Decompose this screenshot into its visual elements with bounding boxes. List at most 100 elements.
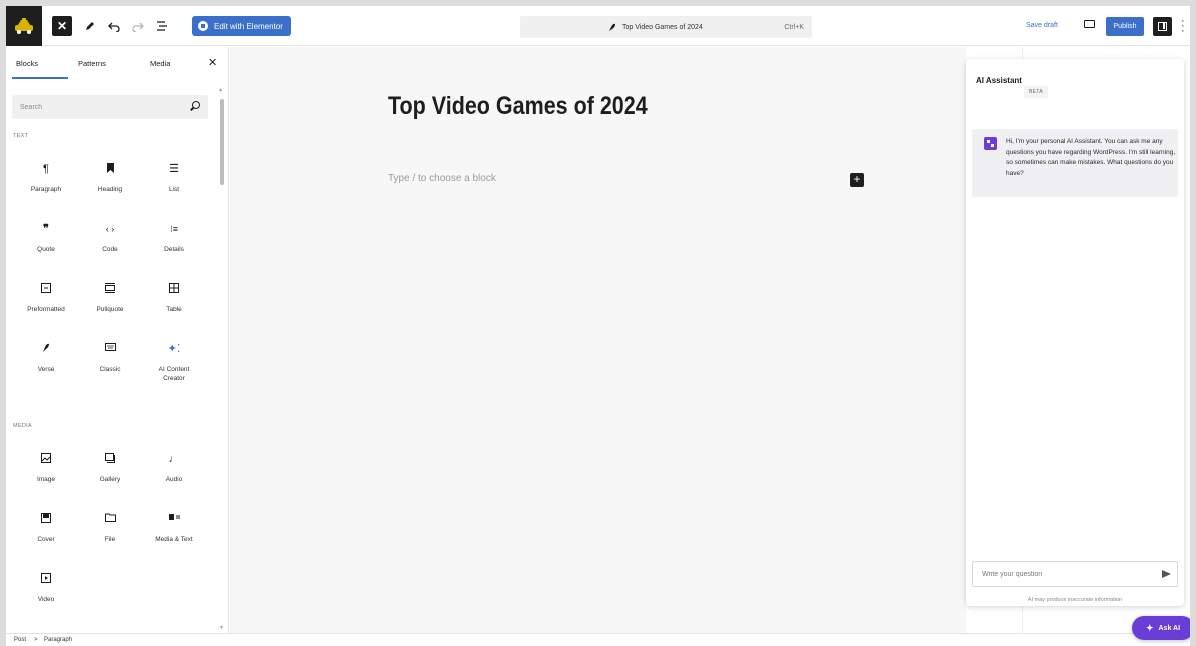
gallery-icon (78, 453, 142, 465)
ai-welcome-message: Hi, I'm your personal AI Assistant. You … (972, 129, 1178, 197)
breadcrumb: Post > Paragraph (6, 633, 1190, 646)
add-block-plus-icon[interactable]: + (850, 173, 864, 187)
block-verse[interactable]: Verse (14, 343, 78, 374)
site-logo[interactable] (6, 6, 42, 46)
ask-ai-label: Ask AI (1158, 624, 1181, 632)
command-palette-bar[interactable]: Top Video Games of 2024 Ctrl+K (520, 16, 812, 38)
block-search-input[interactable] (12, 95, 208, 119)
top-toolbar: ✕ Edit with Elementor Top Video Games of… (6, 6, 1190, 46)
block-media-text[interactable]: Media & Text (142, 513, 206, 544)
tab-blocks[interactable]: Blocks (16, 59, 38, 68)
block-label: Media & Text (155, 536, 193, 543)
inserter-tabs: Blocks Patterns Media ✕ (6, 47, 228, 79)
beta-badge: BETA (1024, 86, 1048, 98)
block-heading[interactable]: Heading (78, 163, 142, 194)
question-input[interactable] (972, 561, 1178, 587)
ai-disclaimer: AI may produce inaccurate information (1027, 597, 1123, 603)
preformatted-icon (14, 283, 78, 295)
active-tab-indicator (12, 77, 68, 79)
scrollbar-thumb[interactable] (220, 99, 224, 185)
paragraph-icon: ¶ (43, 163, 49, 175)
breadcrumb-post[interactable]: Post (14, 637, 26, 643)
close-icon[interactable]: ✕ (208, 56, 217, 69)
cover-icon (14, 513, 78, 525)
block-ai-content-creator[interactable]: ✦⁚ AI Content Creator (142, 343, 206, 383)
settings-sidebar-button[interactable] (1153, 17, 1172, 36)
save-draft-button[interactable]: Save draft (1026, 22, 1058, 29)
car-logo-icon (15, 18, 33, 34)
block-placeholder[interactable]: Type / to choose a block (388, 173, 496, 184)
block-image[interactable]: Image (14, 453, 78, 484)
breadcrumb-separator: > (34, 637, 38, 643)
block-quote[interactable]: ❞ Quote (14, 223, 78, 254)
close-icon: ✕ (56, 19, 68, 33)
block-label: Table (166, 306, 182, 313)
block-label: Code (102, 246, 118, 253)
close-inserter-button[interactable]: ✕ (52, 16, 72, 36)
redo-button[interactable] (128, 16, 148, 36)
block-code[interactable]: ‹ › Code (78, 223, 142, 254)
category-text-heading: TEXT (13, 133, 29, 139)
details-icon: ⁝≡ (169, 224, 179, 234)
scroll-down-arrow[interactable]: ▼ (219, 625, 224, 631)
edit-with-elementor-button[interactable]: Edit with Elementor (192, 16, 291, 36)
ask-ai-button[interactable]: ✦ Ask AI (1132, 616, 1190, 640)
block-paragraph[interactable]: ¶ Paragraph (14, 163, 78, 194)
block-label: List (168, 186, 180, 193)
ai-message-text: Hi, I'm your personal AI Assistant. You … (1006, 138, 1176, 177)
audio-icon: ♩ (168, 453, 180, 465)
block-label: Preformatted (27, 306, 65, 313)
tab-patterns[interactable]: Patterns (78, 59, 106, 68)
search-icon (192, 101, 200, 109)
ai-assistant-panel: AI Assistant BETA Hi, I'm your personal … (966, 59, 1184, 606)
editor-canvas: Top Video Games of 2024 Type / to choose… (230, 47, 966, 633)
block-audio[interactable]: ♩ Audio (142, 453, 206, 484)
block-label: Heading (97, 186, 123, 193)
block-label: Pullquote (96, 306, 124, 313)
media-text-icon (142, 513, 206, 525)
table-icon (142, 283, 206, 295)
tab-media[interactable]: Media (150, 59, 170, 68)
file-icon (78, 513, 142, 525)
tools-button[interactable] (80, 16, 100, 36)
block-classic[interactable]: Classic (78, 343, 142, 374)
block-preformatted[interactable]: Preformatted (14, 283, 78, 314)
category-media-heading: MEDIA (13, 423, 32, 429)
block-video[interactable]: Video (14, 573, 78, 604)
scroll-up-arrow[interactable]: ▲ (218, 87, 223, 93)
list-icon: ☰ (169, 163, 179, 175)
command-shortcut: Ctrl+K (784, 23, 804, 31)
block-pullquote[interactable]: Pullquote (78, 283, 142, 314)
block-inserter-panel: Blocks Patterns Media ✕ ▲ ▼ TEXT ¶ Parag… (6, 47, 229, 633)
pen-icon (86, 22, 94, 30)
document-overview-button[interactable] (152, 16, 172, 36)
classic-icon (78, 343, 142, 355)
ai-sparkle-icon: ✦⁚ (167, 343, 181, 355)
verse-icon (14, 343, 78, 355)
ai-avatar-icon (984, 137, 997, 150)
undo-button[interactable] (104, 16, 124, 36)
send-icon[interactable] (1162, 570, 1171, 578)
block-label: Audio (165, 476, 183, 483)
options-kebab-icon[interactable]: · · · (1181, 16, 1185, 37)
preview-desktop-icon[interactable] (1084, 20, 1095, 28)
code-icon: ‹ › (105, 224, 115, 234)
block-table[interactable]: Table (142, 283, 206, 314)
block-list[interactable]: ☰ List (142, 163, 206, 194)
post-title[interactable]: Top Video Games of 2024 (388, 92, 648, 121)
block-details[interactable]: ⁝≡ Details (142, 223, 206, 254)
publish-button[interactable]: Publish (1106, 17, 1144, 36)
editor-window: ✕ Edit with Elementor Top Video Games of… (6, 6, 1190, 646)
block-label: Paragraph (30, 186, 62, 193)
ai-sparkle-icon: ✦ (1145, 622, 1154, 633)
heading-icon (78, 163, 142, 175)
block-label: Details (164, 246, 184, 253)
breadcrumb-paragraph[interactable]: Paragraph (44, 637, 72, 643)
block-label: Verse (37, 366, 55, 373)
elementor-icon (198, 21, 208, 31)
block-gallery[interactable]: Gallery (78, 453, 142, 484)
block-file[interactable]: File (78, 513, 142, 544)
block-cover[interactable]: Cover (14, 513, 78, 544)
block-label: AI Content Creator (158, 366, 190, 382)
sidebar-icon (1158, 22, 1167, 31)
